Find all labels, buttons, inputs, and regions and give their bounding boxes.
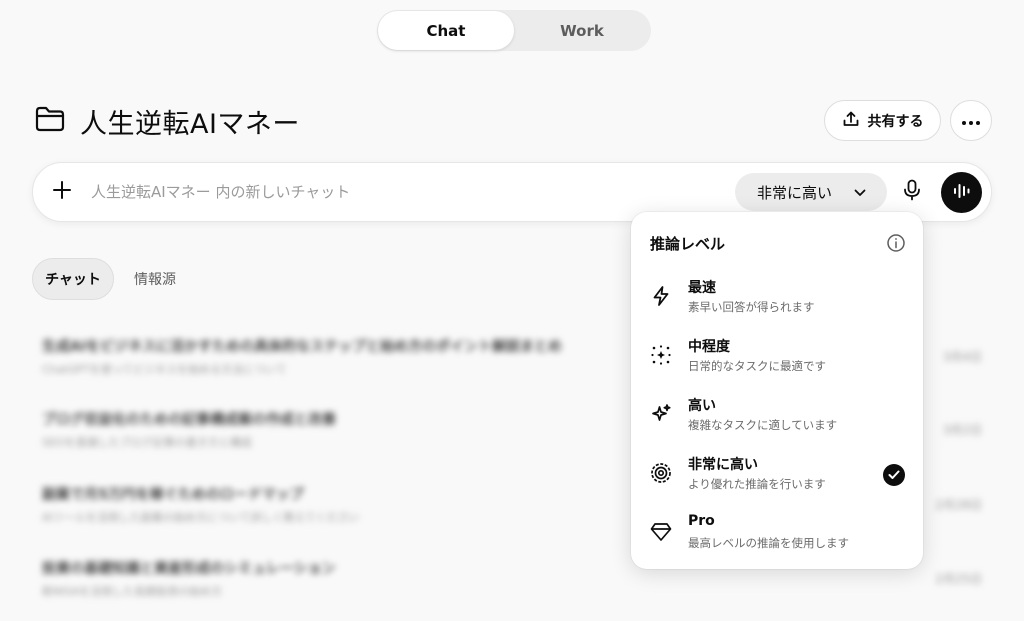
- menu-title: 推論レベル: [650, 234, 726, 253]
- chevron-down-icon: [854, 183, 866, 201]
- info-icon[interactable]: [886, 233, 906, 253]
- option-label: 非常に高い: [688, 457, 758, 473]
- more-options-button[interactable]: [950, 100, 992, 141]
- sparkle-icon: [649, 402, 673, 426]
- option-description: 複雑なタスクに適しています: [688, 418, 838, 432]
- menu-header: 推論レベル: [650, 231, 906, 255]
- add-attachment-button[interactable]: [47, 177, 77, 207]
- chat-item-date: 2月28日: [935, 498, 982, 512]
- reasoning-level-select[interactable]: 非常に高い: [735, 173, 887, 211]
- option-description: 最高レベルの推論を使用します: [688, 536, 849, 550]
- tab-chat[interactable]: チャット: [32, 258, 114, 300]
- reasoning-level-menu: 推論レベル 最速 素早い回答が得られます 中程度 日常的なタスクに最適です 高い…: [631, 212, 923, 569]
- plus-icon: [52, 180, 72, 204]
- diamond-icon: [649, 520, 673, 544]
- share-button[interactable]: 共有する: [824, 100, 941, 141]
- tab-sources[interactable]: 情報源: [134, 258, 176, 300]
- project-title: 人生逆転AIマネー: [80, 108, 300, 140]
- chat-item-date: 3月4日: [942, 350, 982, 364]
- project-header: 人生逆転AIマネー: [34, 101, 300, 141]
- mode-tab-work[interactable]: Work: [514, 11, 650, 50]
- microphone-icon: [903, 179, 921, 205]
- mode-tab-chat[interactable]: Chat: [378, 11, 514, 50]
- menu-item-medium[interactable]: 中程度 日常的なタスクに最適です: [639, 330, 915, 384]
- option-description: より優れた推論を行います: [688, 477, 826, 491]
- option-label: 最速: [688, 280, 716, 296]
- ellipsis-icon: [961, 111, 981, 130]
- chat-item-date: 2月25日: [935, 572, 982, 586]
- folder-icon: [34, 105, 66, 137]
- waveform-icon: [952, 182, 972, 204]
- share-label: 共有する: [867, 113, 924, 130]
- option-label: 中程度: [688, 339, 730, 355]
- option-label: 高い: [688, 398, 716, 414]
- concentric-circles-icon: [649, 461, 673, 485]
- microphone-button[interactable]: [897, 177, 927, 207]
- upload-icon: [842, 110, 860, 132]
- check-icon: [883, 464, 905, 486]
- sparkle-dots-icon: [649, 343, 673, 367]
- menu-item-very-high[interactable]: 非常に高い より優れた推論を行います: [639, 448, 915, 502]
- chat-item-date: 3月2日: [942, 423, 982, 437]
- option-description: 素早い回答が得られます: [688, 300, 815, 314]
- mode-switch: Chat Work: [377, 10, 651, 51]
- option-label: Pro: [688, 513, 715, 529]
- option-description: 日常的なタスクに最適です: [688, 359, 826, 373]
- lightning-icon: [649, 284, 673, 308]
- voice-mode-button[interactable]: [941, 172, 982, 213]
- chat-item-preview: 新NISAを活用した長期投資の始め方: [42, 585, 223, 598]
- chat-input[interactable]: [91, 178, 691, 206]
- menu-item-fastest[interactable]: 最速 素早い回答が得られます: [639, 271, 915, 325]
- reasoning-level-value: 非常に高い: [757, 183, 833, 202]
- menu-item-pro[interactable]: Pro 最高レベルの推論を使用します: [639, 507, 915, 561]
- menu-item-high[interactable]: 高い 複雑なタスクに適しています: [639, 389, 915, 443]
